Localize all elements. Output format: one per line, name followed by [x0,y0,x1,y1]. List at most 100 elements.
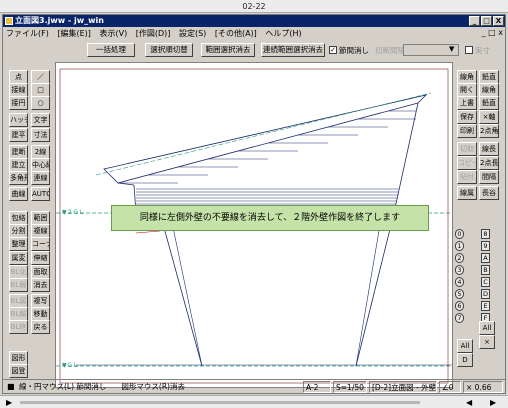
tool-button-right-6-1[interactable]: 2点長 [479,156,499,170]
layer-close-icon[interactable]: × [479,335,495,349]
tool-button-left-16-1[interactable]: 移動 [31,307,50,321]
tool-button-left-5-1[interactable]: 2線 [31,145,50,159]
chevron-down-icon[interactable]: ▼ [449,45,454,53]
tool-button-right-7-1[interactable]: 間隔 [479,170,499,184]
tool-button-left-14-0[interactable]: BL解 [9,278,28,292]
progress-track[interactable] [20,401,420,404]
tool-button-left-2-0[interactable]: 接円 [9,96,28,110]
maximize-button[interactable]: □ [481,16,492,26]
tool-button-left-8-0[interactable]: 曲線 [9,187,28,201]
continuous-range-erase-button[interactable]: 連続範囲選択消去 [261,43,325,57]
play-icon[interactable]: ▶ [6,398,12,407]
tool-button-right-2-0[interactable]: 上書 [457,96,477,110]
layer-button-E[interactable]: E [481,301,490,311]
segment-erase-checkbox[interactable]: ✓ [329,46,337,54]
tool-button-right-8-0[interactable]: 線属 [457,186,477,200]
layer-all-button[interactable]: All [479,321,495,335]
menu-view[interactable]: 表示(V) [96,27,130,40]
tool-button-right-3-0[interactable]: 保存 [457,110,477,124]
tool-button-left-7-0[interactable]: 多角形 [9,171,28,185]
tool-button-right-1-1[interactable]: 線角 [479,83,499,97]
menu-draw[interactable]: [作図(D)] [133,27,174,40]
layer-button-8[interactable]: 8 [481,229,490,239]
tool-button-left-11-0[interactable]: 整理 [9,237,28,251]
layer-group-button-6[interactable]: 6 [455,301,464,311]
tool-button-left-4-1[interactable]: 寸法 [31,128,50,142]
layer-button-D[interactable]: D [481,289,490,299]
menu-help[interactable]: ヘルプ(H) [262,27,304,40]
tool-button-left-4-0[interactable]: 建平 [9,128,28,142]
mdi-maximize-button[interactable]: □ [488,28,496,37]
layer-group-all-button[interactable]: All [457,339,473,353]
tool-button-right-4-1[interactable]: 2点角 [479,124,499,138]
tool-button-right-1-0[interactable]: 開く [457,83,477,97]
menu-edit[interactable]: [編集(E)] [54,27,94,40]
angle-display[interactable]: ∠0 [439,381,461,393]
tool-button-left-0-0[interactable]: 点 [9,70,28,84]
tool-button-left-12-0[interactable]: 属変 [9,251,28,265]
tool-button-left-18-0[interactable]: 図形 [9,351,28,365]
tool-button-left-9-0[interactable]: 包絡 [9,211,28,225]
tool-button-left-19-0[interactable]: 図登 [9,364,28,378]
minimize-button[interactable]: _ [469,16,480,26]
tool-button-left-5-0[interactable]: 建断 [9,145,28,159]
tool-button-left-12-1[interactable]: 伸縮 [31,251,50,265]
forward-icon[interactable]: ▶ [490,398,496,407]
tool-button-left-14-1[interactable]: 消去 [31,278,50,292]
tool-button-left-9-1[interactable]: 範囲 [31,211,50,225]
current-layer-display[interactable]: [D-2]立面図 - 外壁 [369,381,437,393]
tool-button-left-13-0[interactable]: BL化 [9,265,28,279]
menu-other[interactable]: [その他(A)] [212,27,260,40]
layer-button-B[interactable]: B [481,265,490,275]
close-button[interactable]: X [493,16,504,26]
current-layer-button[interactable]: D [457,353,473,367]
layer-group-button-0[interactable]: 0 [455,229,464,239]
tool-button-right-2-1[interactable]: 鉛直 [479,96,499,110]
layer-group-button-2[interactable]: 2 [455,253,464,263]
layer-group-button-7[interactable]: 7 [455,313,464,323]
layer-group-button-1[interactable]: 1 [455,241,464,251]
menu-file[interactable]: ファイル(F) [3,27,52,40]
tool-button-right-6-0[interactable]: コピー [457,156,477,170]
tool-button-left-17-1[interactable]: 戻る [31,320,50,334]
range-erase-button[interactable]: 範囲選択消去 [201,43,255,57]
tool-button-left-7-1[interactable]: 連線 [31,171,50,185]
tool-button-left-13-1[interactable]: 面取 [31,265,50,279]
tool-button-left-11-1[interactable]: コーナー [31,237,50,251]
mdi-minimize-button[interactable]: _ [482,28,486,37]
layer-group-button-3[interactable]: 3 [455,265,464,275]
tool-button-right-0-1[interactable]: 鉛直 [479,70,499,84]
tool-button-right-7-0[interactable]: 貼付 [457,170,477,184]
tool-button-left-8-1[interactable]: AUTO [31,187,50,201]
select-order-toggle-button[interactable]: 選択順切替 [145,43,193,57]
tool-button-right-8-1[interactable]: 長谷 [479,186,499,200]
batch-process-button[interactable]: 一括処理 [87,43,135,57]
tool-button-left-3-0[interactable]: ハッチ [9,113,28,127]
tool-button-left-6-0[interactable]: 建立 [9,158,28,172]
tool-button-right-4-0[interactable]: 印刷 [457,124,477,138]
zoom-display[interactable]: × 0.66 [463,381,503,393]
tool-button-right-5-1[interactable]: 線長 [479,142,499,156]
tool-button-left-15-1[interactable]: 複写 [31,294,50,308]
tool-button-left-0-1[interactable]: ／ [31,70,50,84]
tool-button-left-17-0[interactable]: BL終 [9,320,28,334]
menu-settings[interactable]: 設定(S) [176,27,209,40]
tool-button-left-16-0[interactable]: BL編 [9,307,28,321]
tool-button-left-10-1[interactable]: 複線 [31,224,50,238]
tool-button-left-15-0[interactable]: BL属 [9,294,28,308]
paper-size[interactable]: A-2 [303,381,331,393]
tool-button-left-1-1[interactable]: □ [31,83,50,97]
actual-size-checkbox[interactable] [465,46,473,54]
layer-group-button-4[interactable]: 4 [455,277,464,287]
tool-button-left-6-1[interactable]: 中心線 [31,158,50,172]
volume-icon[interactable]: ◀ [466,398,472,407]
tool-button-left-1-0[interactable]: 接線 [9,83,28,97]
tool-button-right-3-1[interactable]: ×軸 [479,110,499,124]
tool-button-left-10-0[interactable]: 分割 [9,224,28,238]
scale-display[interactable]: S=1/50 [333,381,367,393]
layer-group-button-5[interactable]: 5 [455,289,464,299]
layer-button-A[interactable]: A [481,253,490,263]
tool-button-right-5-0[interactable]: 切取 [457,142,477,156]
layer-button-9[interactable]: 9 [481,241,490,251]
tool-button-right-0-0[interactable]: 線角 [457,70,477,84]
